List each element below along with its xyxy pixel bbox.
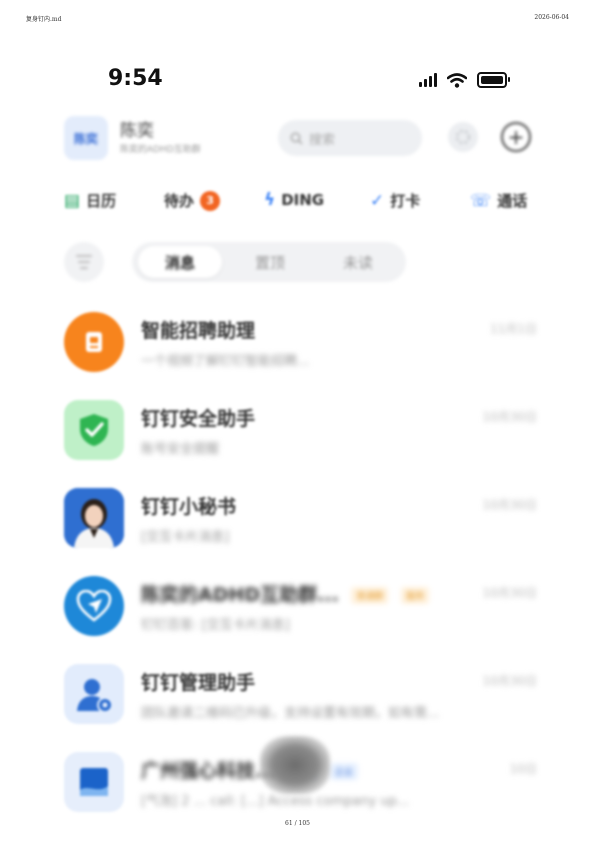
chat-title: 钉钉安全助手 — [141, 408, 256, 430]
service-tag: 服务 — [401, 587, 430, 604]
chat-title: 钉钉小秘书 — [141, 496, 237, 518]
status-icons — [419, 72, 510, 88]
chat-time: 10月30日 — [482, 498, 537, 512]
add-icon[interactable]: + — [501, 122, 531, 152]
tab-messages[interactable]: 消息 — [138, 246, 222, 278]
shield-check-icon — [64, 400, 124, 460]
call-icon: ☏ — [470, 190, 492, 211]
shortcut-label: 日历 — [86, 192, 117, 210]
enterprise-tag: 企业 — [329, 763, 358, 780]
chat-row[interactable]: 钉钉管理助手 团队邀请二维码已升级，支持设置有效期，如有需... 10月30日 — [50, 654, 545, 742]
tab-unread[interactable]: 未读 — [316, 246, 400, 278]
todo-count-badge: 3 — [200, 190, 221, 211]
group-type-tag: 普通群 — [351, 587, 389, 604]
shortcut-label: 待办 — [164, 192, 195, 210]
secretary-avatar — [64, 488, 124, 548]
chat-preview: 账号安全提醒 — [141, 442, 220, 457]
shortcut-todo[interactable]: 待办 3 — [164, 190, 221, 211]
tab-pinned[interactable]: 置顶 — [228, 246, 312, 278]
chat-preview: [气泡] 2 ... call: [...] Access company up… — [141, 794, 410, 809]
admin-user-icon — [64, 664, 124, 724]
shortcut-label: 打卡 — [390, 192, 421, 210]
battery-icon — [477, 72, 510, 88]
shortcut-calendar[interactable]: ▤ 日历 — [64, 190, 116, 211]
shortcut-check-in[interactable]: ✓ 打卡 — [370, 190, 420, 211]
shortcut-call[interactable]: ☏ 通话 — [470, 190, 527, 211]
chat-row[interactable]: 钉钉小秘书 [交互卡片消息] 10月30日 — [50, 478, 545, 566]
shortcut-label: DING — [281, 191, 325, 209]
check-in-icon: ✓ — [370, 190, 385, 211]
phone-screenshot: 9:54 陈奕 陈奕 陈奕的ADHD互助群 搜索 + ▤ 日历 待办 3 ϟ D… — [50, 58, 545, 818]
chat-time: 10月30日 — [482, 410, 537, 424]
shortcut-bar: ▤ 日历 待办 3 ϟ DING ✓ 打卡 ☏ 通话 — [50, 188, 545, 218]
chat-preview: 一个视频了解钉钉智能招聘... — [141, 354, 310, 369]
org-avatar[interactable]: 陈奕 — [64, 116, 108, 160]
recruit-assistant-icon — [64, 312, 124, 372]
ding-icon: ϟ — [264, 190, 276, 210]
chat-time: 10月30日 — [482, 586, 537, 600]
chat-time: 11月1日 — [490, 322, 537, 336]
chat-title: 智能招聘助理 — [141, 320, 256, 342]
calendar-icon: ▤ — [64, 190, 81, 211]
chat-preview: [交互卡片消息] — [141, 530, 230, 545]
message-filters: 消息 置顶 未读 — [50, 240, 545, 284]
chat-preview: 团队邀请二维码已升级，支持设置有效期，如有需... — [141, 706, 440, 721]
chat-row[interactable]: 钉钉安全助手 账号安全提醒 10月30日 — [50, 390, 545, 478]
chat-preview: 钉钉百答: [交互卡片消息] — [141, 618, 290, 633]
search-input[interactable]: 搜索 — [278, 120, 422, 156]
shortcut-ding[interactable]: ϟ DING — [264, 190, 324, 210]
pdf-header-filename: 复身钉内.md — [26, 16, 62, 23]
chat-row[interactable]: 智能招聘助理 一个视频了解钉钉智能招聘... 11月1日 — [50, 302, 545, 390]
company-avatar — [64, 752, 124, 812]
pdf-page-number: 61 / 105 — [285, 820, 310, 827]
message-tabs: 消息 置顶 未读 — [132, 242, 406, 282]
chat-title-text: 广州强心科技... — [141, 760, 277, 782]
shortcut-label: 通话 — [497, 192, 528, 210]
pdf-header-date: 2026-06-04 — [534, 14, 569, 21]
chat-time: 10日 — [509, 762, 537, 776]
chat-title: 陈奕的ADHD互助群... 普通群 服务 — [141, 580, 430, 607]
chat-row[interactable]: 陈奕的ADHD互助群... 普通群 服务 钉钉百答: [交互卡片消息] 10月3… — [50, 566, 545, 654]
top-bar: 陈奕 陈奕 陈奕的ADHD互助群 搜索 + — [50, 114, 545, 162]
filter-icon[interactable] — [64, 242, 104, 282]
wifi-icon — [447, 72, 467, 88]
status-time: 9:54 — [108, 66, 163, 91]
search-icon — [290, 132, 303, 145]
chat-title: 钉钉管理助手 — [141, 672, 256, 694]
user-subtitle: 陈奕的ADHD互助群 — [120, 145, 201, 155]
battery-fill — [481, 76, 504, 84]
user-name[interactable]: 陈奕 — [120, 116, 154, 141]
heart-plane-icon — [64, 576, 124, 636]
search-placeholder: 搜索 — [309, 132, 336, 148]
signal-icon — [419, 73, 437, 87]
settings-icon[interactable] — [448, 122, 478, 152]
status-bar: 9:54 — [50, 66, 545, 96]
chat-time: 10月30日 — [482, 674, 537, 688]
pdf-header: 复身钉内.md 2026-06-04 — [26, 14, 569, 26]
chat-title-text: 陈奕的ADHD互助群... — [141, 584, 339, 606]
redaction-scribble — [260, 736, 330, 794]
